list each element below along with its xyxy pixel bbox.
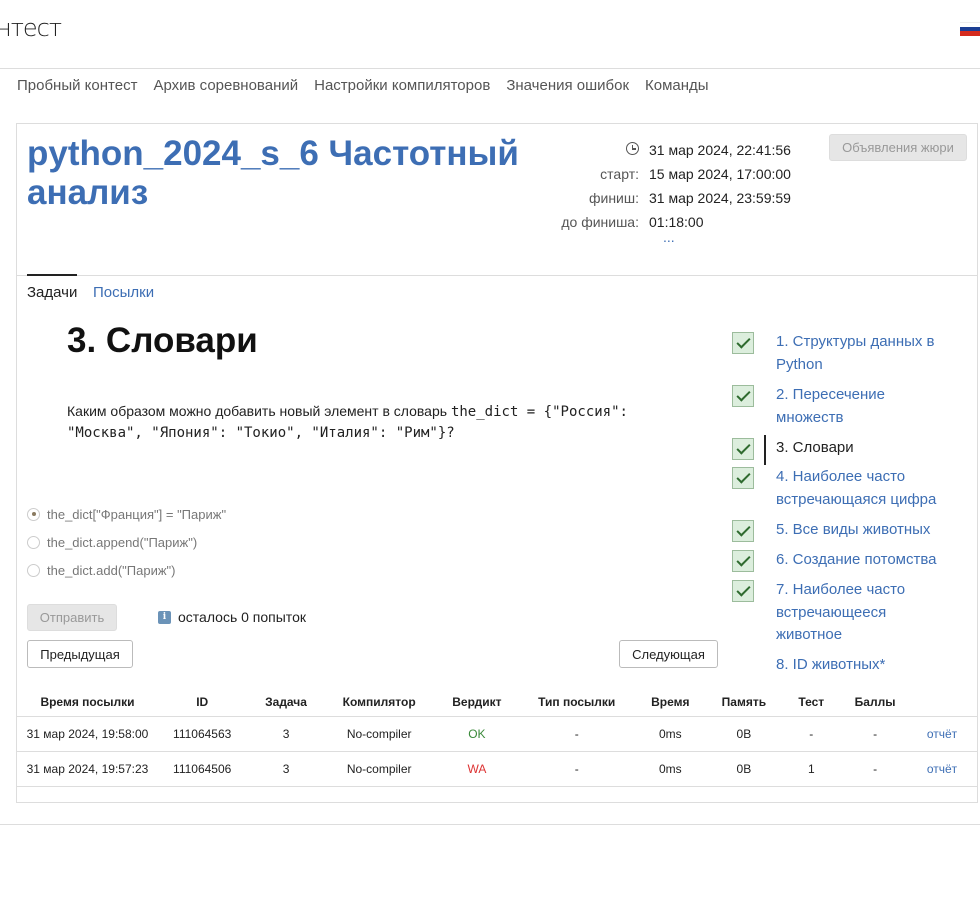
problem-link[interactable]: 8. ID животных* [776,654,956,677]
site-logo[interactable]: нтест [0,14,62,42]
submission-verdict: OK [432,715,522,751]
problem-link[interactable]: 2. Пересечение множеств [776,384,956,429]
submission-verdict: WA [432,750,522,787]
submission-test: - [779,715,844,751]
radio-selected[interactable] [27,507,40,521]
report-link[interactable]: отчёт [906,715,977,751]
submission-compiler: No-compiler [325,750,433,787]
answer-option[interactable]: the_dict["Франция"] = "Париж" [27,500,226,528]
nav-teams[interactable]: Команды [645,77,709,94]
col-header: Тест [798,694,825,709]
problem-link[interactable]: 3. Словари [776,437,956,460]
finish-time: 31 мар 2024, 23:59:59 [649,190,791,206]
check-icon [732,580,754,602]
current-problem-marker [764,435,766,465]
submission-score: - [843,750,907,787]
answer-option[interactable]: the_dict.append("Париж") [27,528,226,556]
problem-link[interactable]: 7. Наиболее часто встречающееся животное [776,579,956,647]
submission-compiler: No-compiler [325,715,433,751]
col-header: Задача [265,694,307,709]
start-label: старт: [600,166,639,182]
attempts-text: осталось 0 попыток [178,609,306,625]
option-label: the_dict.add("Париж") [47,562,176,578]
tab-submissions[interactable]: Посылки [93,284,154,301]
submit-button[interactable]: Отправить [27,604,117,631]
submission-time: 31 мар 2024, 19:58:00 [17,715,158,751]
table-row: 31 мар 2024, 19:58:00 111064563 3 No-com… [17,715,977,751]
time-left: 01:18:00 [649,214,704,230]
check-icon [732,438,754,460]
col-header: Тип посылки [538,694,616,709]
submission-test: 1 [779,750,844,787]
attempts-left: i осталось 0 попыток [158,609,306,625]
language-flag-icon[interactable] [960,22,980,36]
option-label: the_dict.append("Париж") [47,534,198,550]
col-header: ID [196,694,209,709]
col-header [907,688,977,716]
check-icon [732,520,754,542]
problem-link[interactable]: 4. Наиболее часто встречающаяся цифра [776,466,956,511]
problem-link[interactable]: 6. Создание потомства [776,549,956,572]
nav-trial-contest[interactable]: Пробный контест [17,77,137,94]
contest-info: 31 мар 2024, 22:41:56 старт: 15 мар 2024… [540,138,820,234]
submission-type: - [521,715,633,751]
active-tab-indicator [27,274,77,276]
start-time: 15 мар 2024, 17:00:00 [649,166,791,182]
submissions-table: Время посылки ID Задача Компилятор Верди… [17,688,977,787]
check-icon [732,550,754,572]
table-header-row: Время посылки ID Задача Компилятор Верди… [17,688,977,716]
main-nav: Пробный контест Архив соревнований Настр… [17,77,709,94]
tabs-divider [17,275,977,276]
submission-problem: 3 [246,750,326,787]
contest-title: python_2024_s_6 Частотный анализ [27,134,519,212]
problem-link[interactable]: 5. Все виды животных [776,519,956,542]
answer-options: the_dict["Франция"] = "Париж" the_dict.a… [27,500,226,584]
submission-runtime: 0ms [632,750,709,787]
radio[interactable] [27,535,40,549]
problem-question: Каким образом можно добавить новый элеме… [67,401,667,443]
footer-divider [0,824,980,825]
col-header: Компилятор [342,694,416,709]
table-row: 31 мар 2024, 19:57:23 111064506 3 No-com… [17,750,977,787]
submission-runtime: 0ms [632,715,709,751]
clock-icon [626,142,639,155]
info-icon: i [158,610,171,624]
check-icon [732,332,754,354]
question-text: Каким образом можно добавить новый элеме… [67,403,451,419]
finish-label: финиш: [588,190,639,206]
submission-score: - [843,715,907,751]
submission-id: 111064506 [157,750,247,787]
submission-type: - [521,750,633,787]
jury-announcements-button[interactable]: Объявления жюри [829,134,967,161]
submission-time: 31 мар 2024, 19:57:23 [17,750,158,787]
submission-id: 111064563 [157,715,247,751]
report-link[interactable]: отчёт [906,750,977,787]
answer-option[interactable]: the_dict.add("Париж") [27,556,226,584]
submission-problem: 3 [246,715,326,751]
next-button[interactable]: Следующая [619,640,718,668]
check-icon [732,385,754,407]
nav-archive[interactable]: Архив соревнований [153,77,298,94]
col-header: Баллы [854,694,896,709]
col-header: Время [651,694,690,709]
check-icon [732,467,754,489]
tab-problems[interactable]: Задачи [27,284,77,301]
submission-memory: 0B [708,715,780,751]
current-time: 31 мар 2024, 22:41:56 [649,142,791,158]
more-link[interactable]: ... [663,229,675,245]
col-header: Память [721,694,767,709]
submission-memory: 0B [708,750,780,787]
problem-link[interactable]: 1. Структуры данных в Python [776,331,956,376]
col-header: Вердикт [452,694,502,709]
option-label: the_dict["Франция"] = "Париж" [47,506,227,522]
previous-button[interactable]: Предыдущая [27,640,133,668]
nav-compiler-settings[interactable]: Настройки компиляторов [314,77,490,94]
col-header: Время посылки [40,694,135,709]
problem-title: 3. Словари [67,321,258,360]
header-divider [0,68,980,69]
nav-error-meanings[interactable]: Значения ошибок [506,77,629,94]
time-left-label: до финиша: [561,214,639,230]
radio[interactable] [27,563,40,577]
